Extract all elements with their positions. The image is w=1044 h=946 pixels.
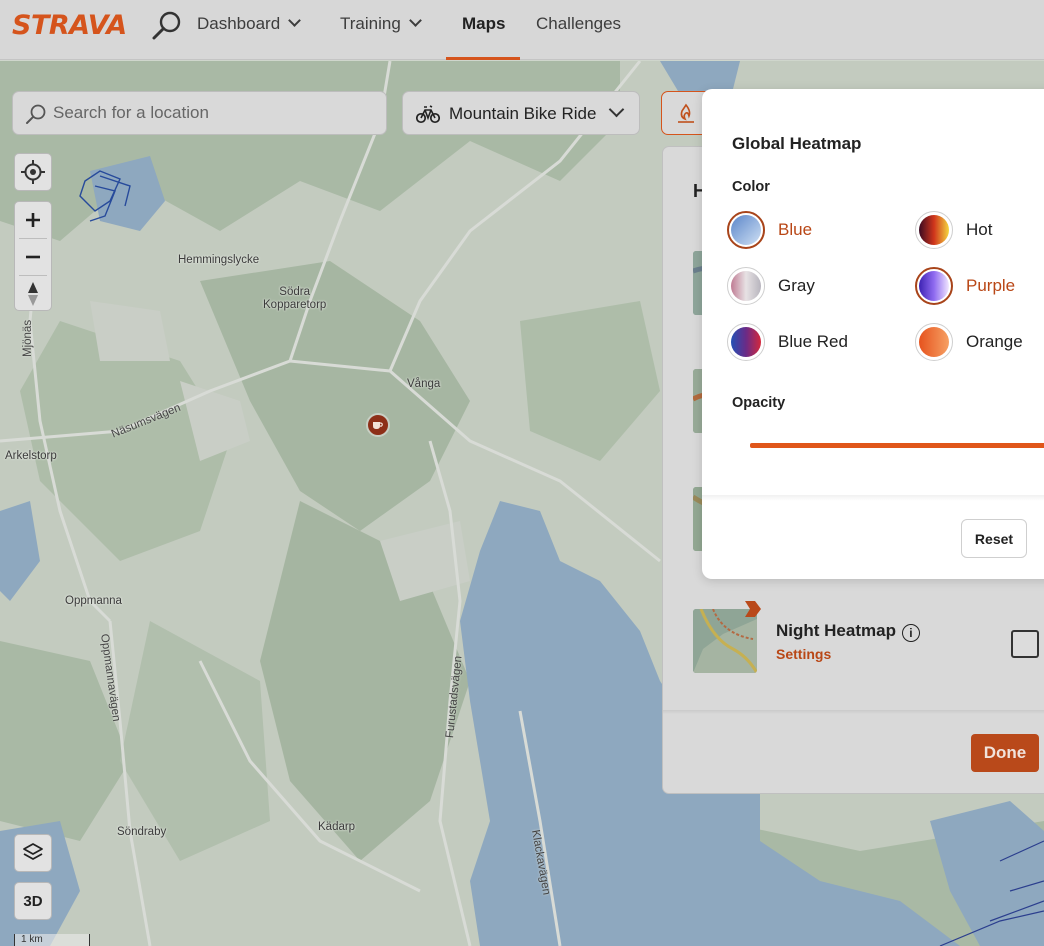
new-badge-icon bbox=[745, 601, 761, 617]
nav-dashboard-label: Dashboard bbox=[197, 14, 281, 33]
color-option-label: Blue Red bbox=[778, 332, 848, 351]
location-search-input[interactable] bbox=[53, 100, 373, 126]
opacity-slider[interactable] bbox=[750, 443, 1044, 448]
place-label: Oppmanna bbox=[65, 595, 122, 607]
strava-logo[interactable]: STRAVA bbox=[12, 10, 127, 41]
color-option-label: Purple bbox=[966, 276, 1016, 295]
plus-icon bbox=[26, 213, 40, 227]
global-heatmap-popover: Global Heatmap Color Blue Hot Gray Purpl… bbox=[702, 89, 1044, 579]
color-section-label: Color bbox=[732, 179, 770, 195]
night-heatmap-thumbnail bbox=[693, 609, 757, 673]
nav-active-indicator bbox=[446, 57, 520, 60]
nav-maps[interactable]: Maps bbox=[462, 14, 505, 34]
night-heatmap-settings-link[interactable]: Settings bbox=[776, 646, 831, 662]
3d-toggle-button[interactable]: 3D bbox=[14, 882, 52, 920]
night-heatmap-checkbox[interactable] bbox=[1011, 630, 1039, 658]
swatch-ring bbox=[727, 323, 765, 361]
place-label: Hemmingslycke bbox=[178, 254, 260, 266]
done-button[interactable]: Done bbox=[971, 734, 1039, 772]
opacity-section-label: Opacity bbox=[732, 395, 786, 411]
heatmap-flame-icon bbox=[678, 103, 694, 123]
search-icon[interactable] bbox=[150, 9, 184, 43]
minus-icon bbox=[26, 255, 40, 259]
color-option-label: Gray bbox=[778, 276, 815, 295]
chevron-down-icon bbox=[608, 101, 625, 118]
swatch-purple bbox=[919, 271, 949, 301]
popover-divider bbox=[702, 495, 1044, 501]
place-label: Kädarp bbox=[318, 821, 356, 833]
color-option-label: Blue bbox=[778, 220, 813, 239]
info-icon[interactable]: i bbox=[901, 624, 920, 642]
crosshair-icon bbox=[21, 160, 45, 184]
swatch-blue-red bbox=[731, 327, 761, 357]
place-label: Vånga bbox=[407, 378, 441, 390]
location-search[interactable] bbox=[12, 91, 387, 135]
swatch-ring bbox=[915, 323, 953, 361]
color-option-label: Orange bbox=[966, 332, 1023, 351]
color-option-purple[interactable]: Purple bbox=[915, 266, 1015, 306]
night-heatmap-title: Night Heatmap i bbox=[776, 621, 920, 642]
zoom-in-button[interactable] bbox=[15, 202, 51, 238]
coffee-cup-icon[interactable] bbox=[366, 413, 390, 437]
mountain-bike-icon bbox=[415, 104, 441, 129]
zoom-controls bbox=[14, 201, 52, 311]
road-label: Mjönäs bbox=[22, 319, 34, 357]
nav-training[interactable]: Training bbox=[340, 14, 422, 34]
swatch-hot bbox=[919, 215, 949, 245]
swatch-orange bbox=[919, 327, 949, 357]
swatch-ring bbox=[727, 267, 765, 305]
map-layers-button[interactable] bbox=[14, 834, 52, 872]
top-navigation: STRAVA Dashboard Training Maps Challenge… bbox=[0, 0, 1044, 60]
layers-icon bbox=[23, 843, 43, 860]
chevron-down-icon bbox=[288, 14, 302, 27]
popover-title: Global Heatmap bbox=[732, 134, 862, 153]
zoom-out-button[interactable] bbox=[15, 239, 51, 275]
color-option-hot[interactable]: Hot bbox=[915, 210, 992, 250]
night-heatmap-label: Night Heatmap bbox=[776, 621, 896, 640]
sport-type-label: Mountain Bike Ride bbox=[449, 104, 597, 123]
swatch-ring bbox=[727, 211, 765, 249]
compass-icon bbox=[28, 282, 38, 306]
nav-dashboard[interactable]: Dashboard bbox=[197, 14, 302, 34]
search-icon bbox=[25, 103, 47, 130]
reset-button[interactable]: Reset bbox=[961, 519, 1027, 558]
compass-button[interactable] bbox=[15, 276, 51, 312]
panel-footer-divider bbox=[663, 710, 1044, 714]
swatch-gray bbox=[731, 271, 761, 301]
swatch-ring bbox=[915, 267, 953, 305]
locate-me-button[interactable] bbox=[14, 153, 52, 191]
nav-challenges[interactable]: Challenges bbox=[536, 14, 621, 34]
place-label: Södra Kopparetorp bbox=[263, 286, 327, 311]
sport-type-select[interactable]: Mountain Bike Ride bbox=[402, 91, 640, 135]
color-option-blue-red[interactable]: Blue Red bbox=[727, 322, 848, 362]
color-option-orange[interactable]: Orange bbox=[915, 322, 1023, 362]
place-label: Söndraby bbox=[117, 826, 167, 838]
chevron-down-icon bbox=[408, 14, 422, 27]
nav-training-label: Training bbox=[340, 14, 401, 33]
swatch-ring bbox=[915, 211, 953, 249]
place-label: Arkelstorp bbox=[5, 450, 57, 462]
color-option-gray[interactable]: Gray bbox=[727, 266, 815, 306]
swatch-blue bbox=[731, 215, 761, 245]
map-scale: 1 km bbox=[14, 934, 90, 946]
color-option-label: Hot bbox=[966, 220, 993, 239]
color-option-blue[interactable]: Blue bbox=[727, 210, 812, 250]
